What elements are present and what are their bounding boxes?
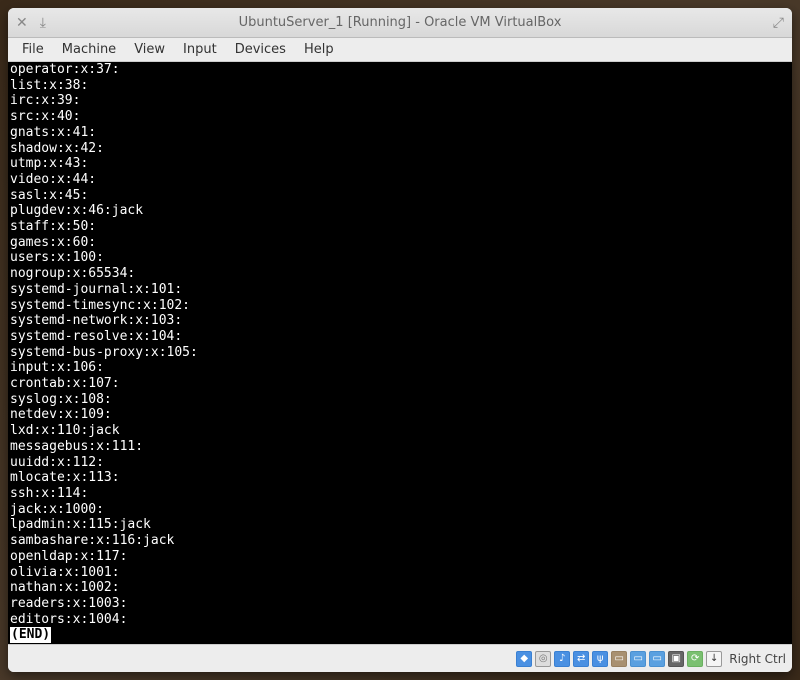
recording-icon[interactable]: ▭ — [649, 651, 665, 667]
guest-additions-icon[interactable]: ⟳ — [687, 651, 703, 667]
mouse-integration-icon[interactable]: ↓ — [706, 651, 722, 667]
hard-disk-icon[interactable]: ◆ — [516, 651, 532, 667]
maximize-icon[interactable]: ⤢ — [773, 15, 784, 31]
statusbar: ◆ ◎ ♪ ⇄ ψ ▭ ▭ ▭ ▣ ⟳ ↓ Right Ctrl — [8, 644, 792, 672]
network-icon[interactable]: ⇄ — [573, 651, 589, 667]
host-key-label: Right Ctrl — [729, 652, 786, 666]
titlebar: ✕ ⤓ UbuntuServer_1 [Running] - Oracle VM… — [8, 8, 792, 38]
titlebar-left-controls: ✕ ⤓ — [16, 15, 76, 31]
audio-icon[interactable]: ♪ — [554, 651, 570, 667]
menu-devices[interactable]: Devices — [227, 39, 294, 60]
menu-file[interactable]: File — [14, 39, 52, 60]
menu-view[interactable]: View — [126, 39, 173, 60]
optical-disk-icon[interactable]: ◎ — [535, 651, 551, 667]
menubar: File Machine View Input Devices Help — [8, 38, 792, 62]
menu-machine[interactable]: Machine — [54, 39, 124, 60]
pager-end-marker: (END) — [10, 627, 51, 643]
terminal-output[interactable]: operator:x:37: list:x:38: irc:x:39: src:… — [8, 62, 792, 644]
titlebar-right-controls: ⤢ — [724, 15, 784, 31]
video-capture-icon[interactable]: ▣ — [668, 651, 684, 667]
display-icon[interactable]: ▭ — [630, 651, 646, 667]
minimize-icon[interactable]: ⤓ — [40, 15, 46, 31]
usb-icon[interactable]: ψ — [592, 651, 608, 667]
window-title: UbuntuServer_1 [Running] - Oracle VM Vir… — [76, 15, 724, 30]
shared-folders-icon[interactable]: ▭ — [611, 651, 627, 667]
close-icon[interactable]: ✕ — [16, 15, 28, 31]
menu-input[interactable]: Input — [175, 39, 225, 60]
vm-window: ✕ ⤓ UbuntuServer_1 [Running] - Oracle VM… — [8, 8, 792, 672]
menu-help[interactable]: Help — [296, 39, 342, 60]
